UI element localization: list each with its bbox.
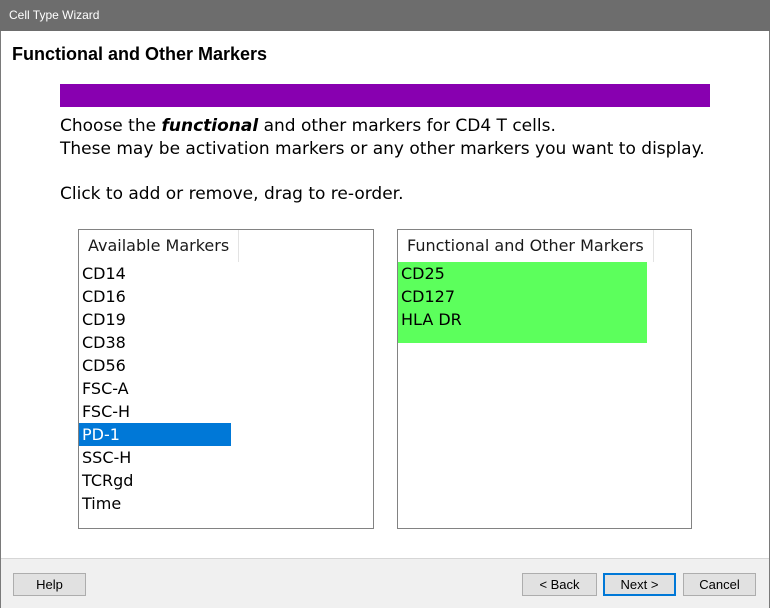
available-marker-item[interactable]: Time [79,492,231,515]
available-marker-item[interactable]: SSC-H [79,446,231,469]
help-button[interactable]: Help [13,573,86,596]
cancel-button[interactable]: Cancel [683,573,756,596]
functional-markers-list[interactable]: Functional and Other Markers CD25 CD127 HL… [397,229,692,529]
instruction-line-1-prefix: Choose the [60,116,162,136]
instruction-line-1: Choose the functional and other markers … [60,115,750,138]
window-border-left [0,31,1,608]
instruction-line-2: These may be activation markers or any o… [60,139,705,159]
available-markers-list[interactable]: Available Markers CD14 CD16 CD19 CD38 CD56 FS… [78,229,374,529]
available-markers-header[interactable]: Available Markers [79,230,240,262]
page-title: Functional and Other Markers [12,44,268,64]
instruction-emphasis: functional [161,116,259,136]
available-marker-item[interactable]: CD19 [79,308,231,331]
back-button[interactable]: < Back [522,573,597,596]
window-title: Cell Type Wizard [9,8,100,22]
available-markers-items: CD14 CD16 CD19 CD38 CD56 FSC-A FSC-H PD-1 SSC-H T… [79,262,231,515]
available-marker-item[interactable]: FSC-H [79,400,231,423]
instructions: Choose the functional and other markers … [60,115,750,206]
available-marker-item[interactable]: CD38 [79,331,231,354]
functional-marker-item[interactable]: CD25 [398,262,647,285]
functional-markers-highlight-pad [398,331,647,343]
functional-markers-items: CD25 CD127 HLA DR [398,262,647,343]
next-button[interactable]: Next > [603,573,676,596]
available-marker-item[interactable]: FSC-A [79,377,231,400]
available-marker-item[interactable]: CD56 [79,354,231,377]
available-marker-item[interactable]: CD16 [79,285,231,308]
functional-markers-header[interactable]: Functional and Other Markers [398,230,654,262]
functional-marker-item[interactable]: CD127 [398,285,647,308]
available-marker-item[interactable]: PD-1 [79,423,231,446]
instruction-line-3: Click to add or remove, drag to re-order… [60,184,404,204]
available-marker-item[interactable]: CD14 [79,262,231,285]
instruction-gap [60,161,750,183]
window-titlebar: Cell Type Wizard [0,0,770,31]
accent-bar [60,84,710,107]
functional-marker-item[interactable]: HLA DR [398,308,647,331]
instruction-line-1-suffix: and other markers for CD4 T cells. [258,116,556,136]
available-marker-item[interactable]: TCRgd [79,469,231,492]
